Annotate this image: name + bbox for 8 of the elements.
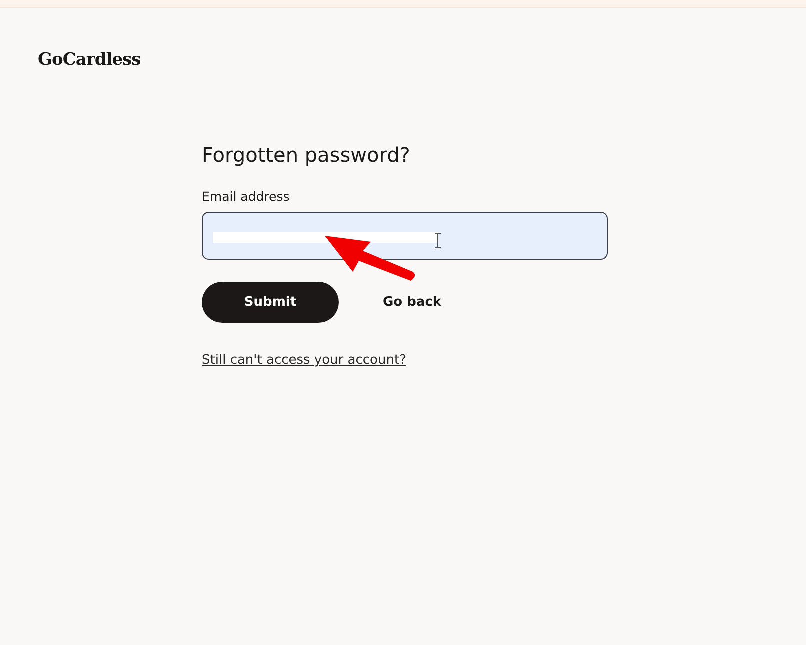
email-field[interactable]: [202, 212, 608, 260]
help-link[interactable]: Still can't access your account?: [202, 353, 406, 368]
go-back-link[interactable]: Go back: [383, 295, 442, 310]
text-cursor-icon: [435, 233, 441, 249]
submit-button[interactable]: Submit: [202, 282, 339, 323]
logo: GoCardless: [38, 50, 142, 70]
page-title: Forgotten password?: [202, 143, 410, 167]
field-label: Email address: [202, 189, 290, 204]
